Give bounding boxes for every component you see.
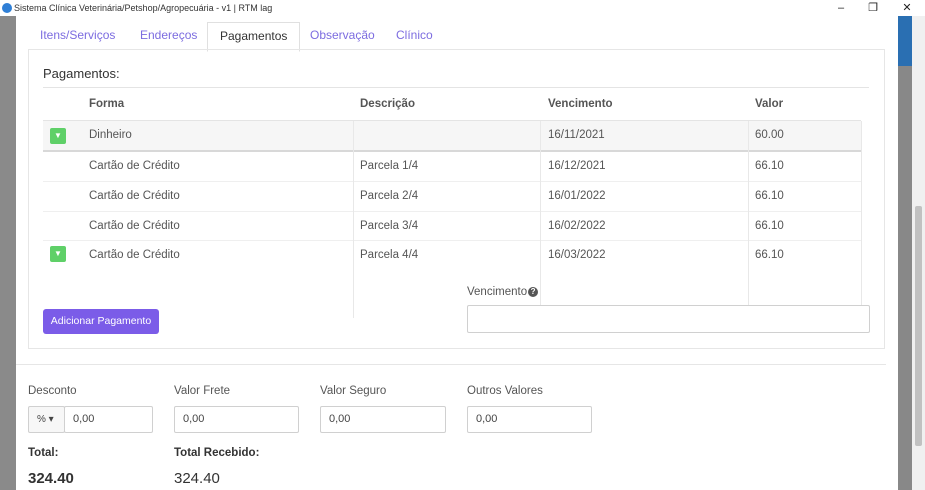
seguro-label: Valor Seguro (320, 385, 387, 397)
cell-valor: 66.10 (755, 160, 784, 172)
scrollbar-thumb[interactable] (915, 206, 922, 446)
cell-forma: Cartão de Crédito (89, 160, 180, 172)
col-valor: Valor (755, 98, 784, 110)
table-row: Cartão de Crédito Parcela 4/4 16/03/2022… (43, 240, 861, 270)
table-row: Cartão de Crédito Parcela 2/4 16/01/2022… (43, 181, 861, 211)
cell-vencimento: 16/02/2022 (548, 220, 606, 232)
outros-label: Outros Valores (467, 385, 543, 397)
cell-forma: Cartão de Crédito (89, 190, 180, 202)
cell-descricao: Parcela 1/4 (360, 160, 419, 172)
minimize-button[interactable]: ‒ (826, 0, 856, 16)
col-forma: Forma (89, 98, 125, 110)
column-divider (861, 121, 862, 318)
table-row: Dinheiro 16/11/2021 60.00 (43, 121, 861, 150)
recebido-label: Total Recebido: (174, 447, 260, 459)
column-divider (748, 121, 749, 318)
seguro-input[interactable]: 0,00 (320, 406, 446, 433)
table-row: Cartão de Crédito Parcela 3/4 16/02/2022… (43, 211, 861, 241)
window-titlebar: Sistema Clínica Veterinária/Petshop/Agro… (0, 0, 925, 16)
section-divider (16, 364, 886, 365)
desconto-type-select[interactable]: % ▾ (28, 406, 65, 433)
outros-input[interactable]: 0,00 (467, 406, 592, 433)
background-accent (898, 16, 912, 66)
col-vencimento: Vencimento (548, 98, 613, 110)
sale-modal: Itens/Serviços Endereços Pagamentos Obse… (16, 16, 898, 490)
frete-label: Valor Frete (174, 385, 231, 397)
add-payment-button[interactable]: Adicionar Pagamento (43, 309, 159, 334)
desconto-input[interactable]: 0,00 (64, 406, 153, 433)
expand-group-toggle-icon[interactable]: ▼ (50, 128, 66, 144)
cell-vencimento: 16/11/2021 (548, 129, 605, 141)
app-logo-icon (2, 3, 12, 13)
cell-vencimento: 16/12/2021 (548, 160, 606, 172)
column-divider (353, 121, 354, 318)
cell-valor: 66.10 (755, 249, 784, 261)
close-button[interactable]: ✕ (892, 0, 922, 16)
window-title: Sistema Clínica Veterinária/Petshop/Agro… (14, 3, 273, 13)
cell-descricao: Parcela 4/4 (360, 249, 419, 261)
tab-enderecos[interactable]: Endereços (128, 22, 209, 50)
desconto-label: Desconto (28, 385, 77, 397)
total-value: 324.40 (28, 470, 74, 487)
cell-vencimento: 16/01/2022 (548, 190, 606, 202)
tab-clinico[interactable]: Clínico (384, 22, 445, 50)
window-scrollbar[interactable] (912, 16, 925, 490)
frete-input[interactable]: 0,00 (174, 406, 299, 433)
cell-vencimento: 16/03/2022 (548, 249, 606, 261)
background-overlay-left (0, 16, 16, 490)
vencimento-input[interactable] (467, 305, 870, 333)
cell-forma: Cartão de Crédito (89, 220, 180, 232)
expand-group-toggle-icon[interactable]: ▼ (50, 246, 66, 262)
tab-pagamentos[interactable]: Pagamentos (207, 22, 301, 52)
col-descricao: Descrição (360, 98, 415, 110)
payments-panel: Pagamentos: Forma Descrição Vencimento V… (28, 49, 885, 349)
cell-descricao: Parcela 2/4 (360, 190, 419, 202)
payments-table: Forma Descrição Vencimento Valor Dinheir… (43, 87, 869, 318)
cell-forma: Dinheiro (89, 129, 132, 141)
maximize-button[interactable]: ❐ (858, 0, 888, 16)
vencimento-label: Vencimento? (467, 286, 539, 298)
table-row: Cartão de Crédito Parcela 1/4 16/12/2021… (43, 152, 861, 181)
cell-forma: Cartão de Crédito (89, 249, 180, 261)
cell-valor: 66.10 (755, 220, 784, 232)
column-divider (540, 121, 541, 318)
payments-title: Pagamentos: (43, 66, 120, 81)
cell-valor: 60.00 (755, 129, 784, 141)
recebido-value: 324.40 (174, 470, 220, 487)
help-icon[interactable]: ? (528, 286, 539, 297)
vencimento-label-text: Vencimento (467, 286, 528, 298)
tab-itens-servicos[interactable]: Itens/Serviços (28, 22, 127, 50)
cell-descricao: Parcela 3/4 (360, 220, 419, 232)
total-label: Total: (28, 447, 59, 459)
cell-valor: 66.10 (755, 190, 784, 202)
tab-observacao[interactable]: Observação (298, 22, 387, 50)
